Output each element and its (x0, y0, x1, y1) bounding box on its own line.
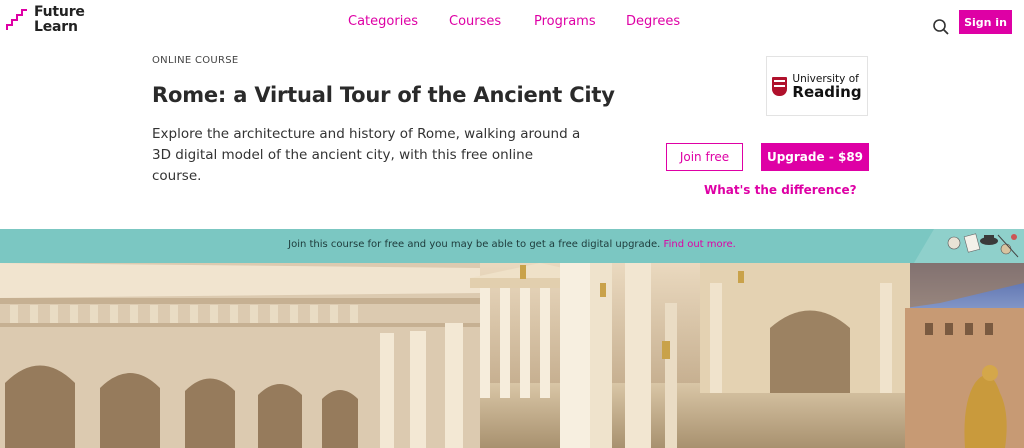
university-name-line2: Reading (792, 83, 862, 101)
course-kicker: ONLINE COURSE (152, 55, 239, 66)
futurelearn-logo[interactable]: Future Learn (6, 5, 85, 35)
course-title: Rome: a Virtual Tour of the Ancient City (152, 83, 615, 107)
banner-message: Join this course for free and you may be… (0, 239, 1024, 250)
rome-hero-image (0, 263, 1024, 448)
course-description: Explore the architecture and history of … (152, 126, 581, 184)
search-button[interactable] (932, 18, 950, 40)
join-free-button[interactable]: Join free (666, 143, 743, 171)
logo-text-line2: Learn (34, 19, 78, 35)
nav-item-courses[interactable]: Courses (449, 14, 501, 29)
site-header: Future Learn Categories Courses Programs… (0, 0, 1024, 46)
upgrade-banner: Join this course for free and you may be… (0, 229, 1024, 263)
logo-text: Future Learn (34, 5, 85, 35)
whats-the-difference-link[interactable]: What's the difference? (704, 183, 857, 197)
logo-steps-icon (6, 9, 27, 30)
university-crest-icon (772, 76, 788, 96)
banner-text: Join this course for free and you may be… (288, 239, 661, 250)
sign-in-button[interactable]: Sign in (959, 10, 1012, 34)
find-out-more-link[interactable]: Find out more. (664, 239, 736, 250)
logo-text-line1: Future (34, 4, 85, 20)
upgrade-button[interactable]: Upgrade - $89 (761, 143, 869, 171)
nav-item-degrees[interactable]: Degrees (626, 14, 680, 29)
nav-item-categories[interactable]: Categories (348, 14, 418, 29)
nav-item-programs[interactable]: Programs (534, 14, 596, 29)
university-logo[interactable]: University of Reading (766, 56, 868, 116)
banner-illustration-icon (914, 229, 1024, 263)
search-icon (933, 19, 949, 35)
